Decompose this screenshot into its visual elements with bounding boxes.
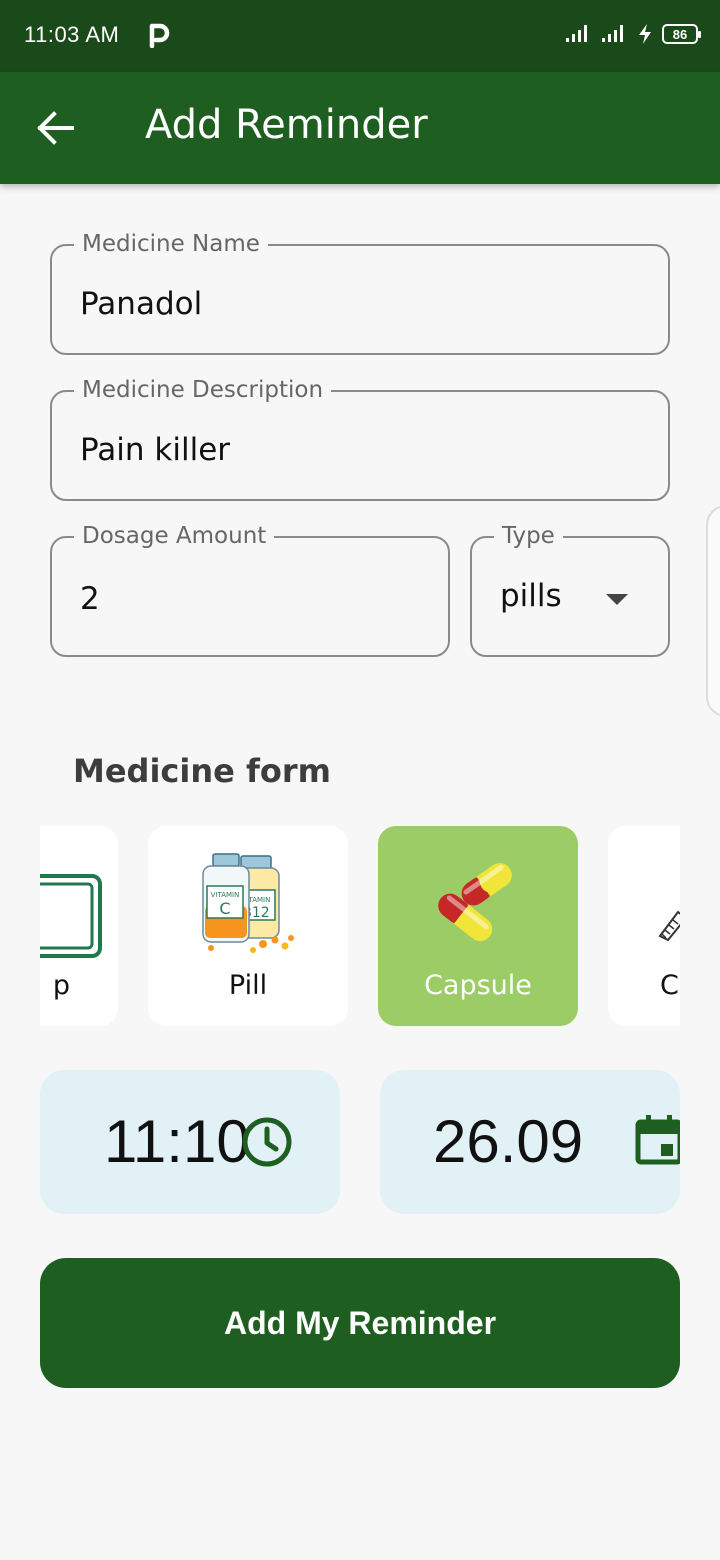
dropdown-arrow-icon xyxy=(606,593,628,605)
capsule-icon xyxy=(438,863,512,942)
arrow-back-icon xyxy=(37,111,74,145)
dosage-amount-field[interactable]: Dosage Amount 2 xyxy=(50,522,450,657)
medicine-form-label: Pill xyxy=(228,970,268,1001)
status-time: 11:03 AM xyxy=(24,22,120,47)
signal-icon xyxy=(566,25,587,42)
cream-tube-icon xyxy=(658,910,680,942)
app-bar: Add Reminder xyxy=(0,72,720,184)
time-value: 11:10 xyxy=(104,1108,250,1175)
type-value: pills xyxy=(500,578,562,614)
type-label: Type xyxy=(494,522,563,550)
date-picker[interactable]: 26.09 xyxy=(380,1070,680,1214)
date-value: 26.09 xyxy=(433,1108,584,1175)
battery-icon: 86 xyxy=(662,24,701,44)
status-bar: 11:03 AM 86 xyxy=(0,0,720,72)
medicine-description-label: Medicine Description xyxy=(74,376,332,404)
battery-level: 86 xyxy=(672,26,688,42)
charging-icon xyxy=(639,24,651,44)
type-dropdown[interactable]: Type pills xyxy=(470,522,670,657)
medicine-name-field[interactable]: Medicine Name Panadol xyxy=(50,230,670,355)
clock-icon xyxy=(242,1117,292,1167)
medicine-description-field[interactable]: Medicine Description Pain killer xyxy=(50,376,670,501)
add-reminder-button[interactable]: Add My Reminder xyxy=(40,1258,680,1388)
medicine-name-label: Medicine Name xyxy=(74,230,268,258)
medicine-form-card-capsule[interactable]: Capsule xyxy=(378,826,578,1026)
back-button[interactable] xyxy=(30,106,80,150)
medicine-form-carousel[interactable]: p VITAMIN B12 VITAMIN C Pill Capsule C xyxy=(40,826,680,1028)
time-picker[interactable]: 11:10 xyxy=(40,1070,340,1214)
syrup-bottle-icon xyxy=(40,874,102,958)
medicine-description-value: Pain killer xyxy=(80,432,231,468)
page-title: Add Reminder xyxy=(145,102,428,148)
dosage-amount-value: 2 xyxy=(80,581,100,617)
svg-text:VITAMIN: VITAMIN xyxy=(211,891,240,899)
medicine-form-label: C xyxy=(660,970,679,1001)
medicine-form-label: p xyxy=(52,970,70,1001)
signal-icon xyxy=(602,25,623,42)
medicine-form-card-syrup[interactable]: p xyxy=(40,826,118,1026)
parking-icon xyxy=(149,23,170,48)
vitamin-bottles-icon: VITAMIN B12 VITAMIN C xyxy=(202,853,294,953)
medicine-name-value: Panadol xyxy=(80,286,203,322)
medicine-form-label: Capsule xyxy=(424,970,532,1001)
medicine-form-card-cream[interactable]: C xyxy=(608,826,680,1026)
dosage-amount-label: Dosage Amount xyxy=(74,522,275,550)
medicine-form-card-pill[interactable]: VITAMIN B12 VITAMIN C Pill xyxy=(148,826,348,1026)
calendar-icon xyxy=(635,1115,680,1165)
svg-text:C: C xyxy=(219,899,230,918)
edge-panel-handle[interactable] xyxy=(706,505,720,717)
medicine-form-title: Medicine form xyxy=(73,752,332,790)
